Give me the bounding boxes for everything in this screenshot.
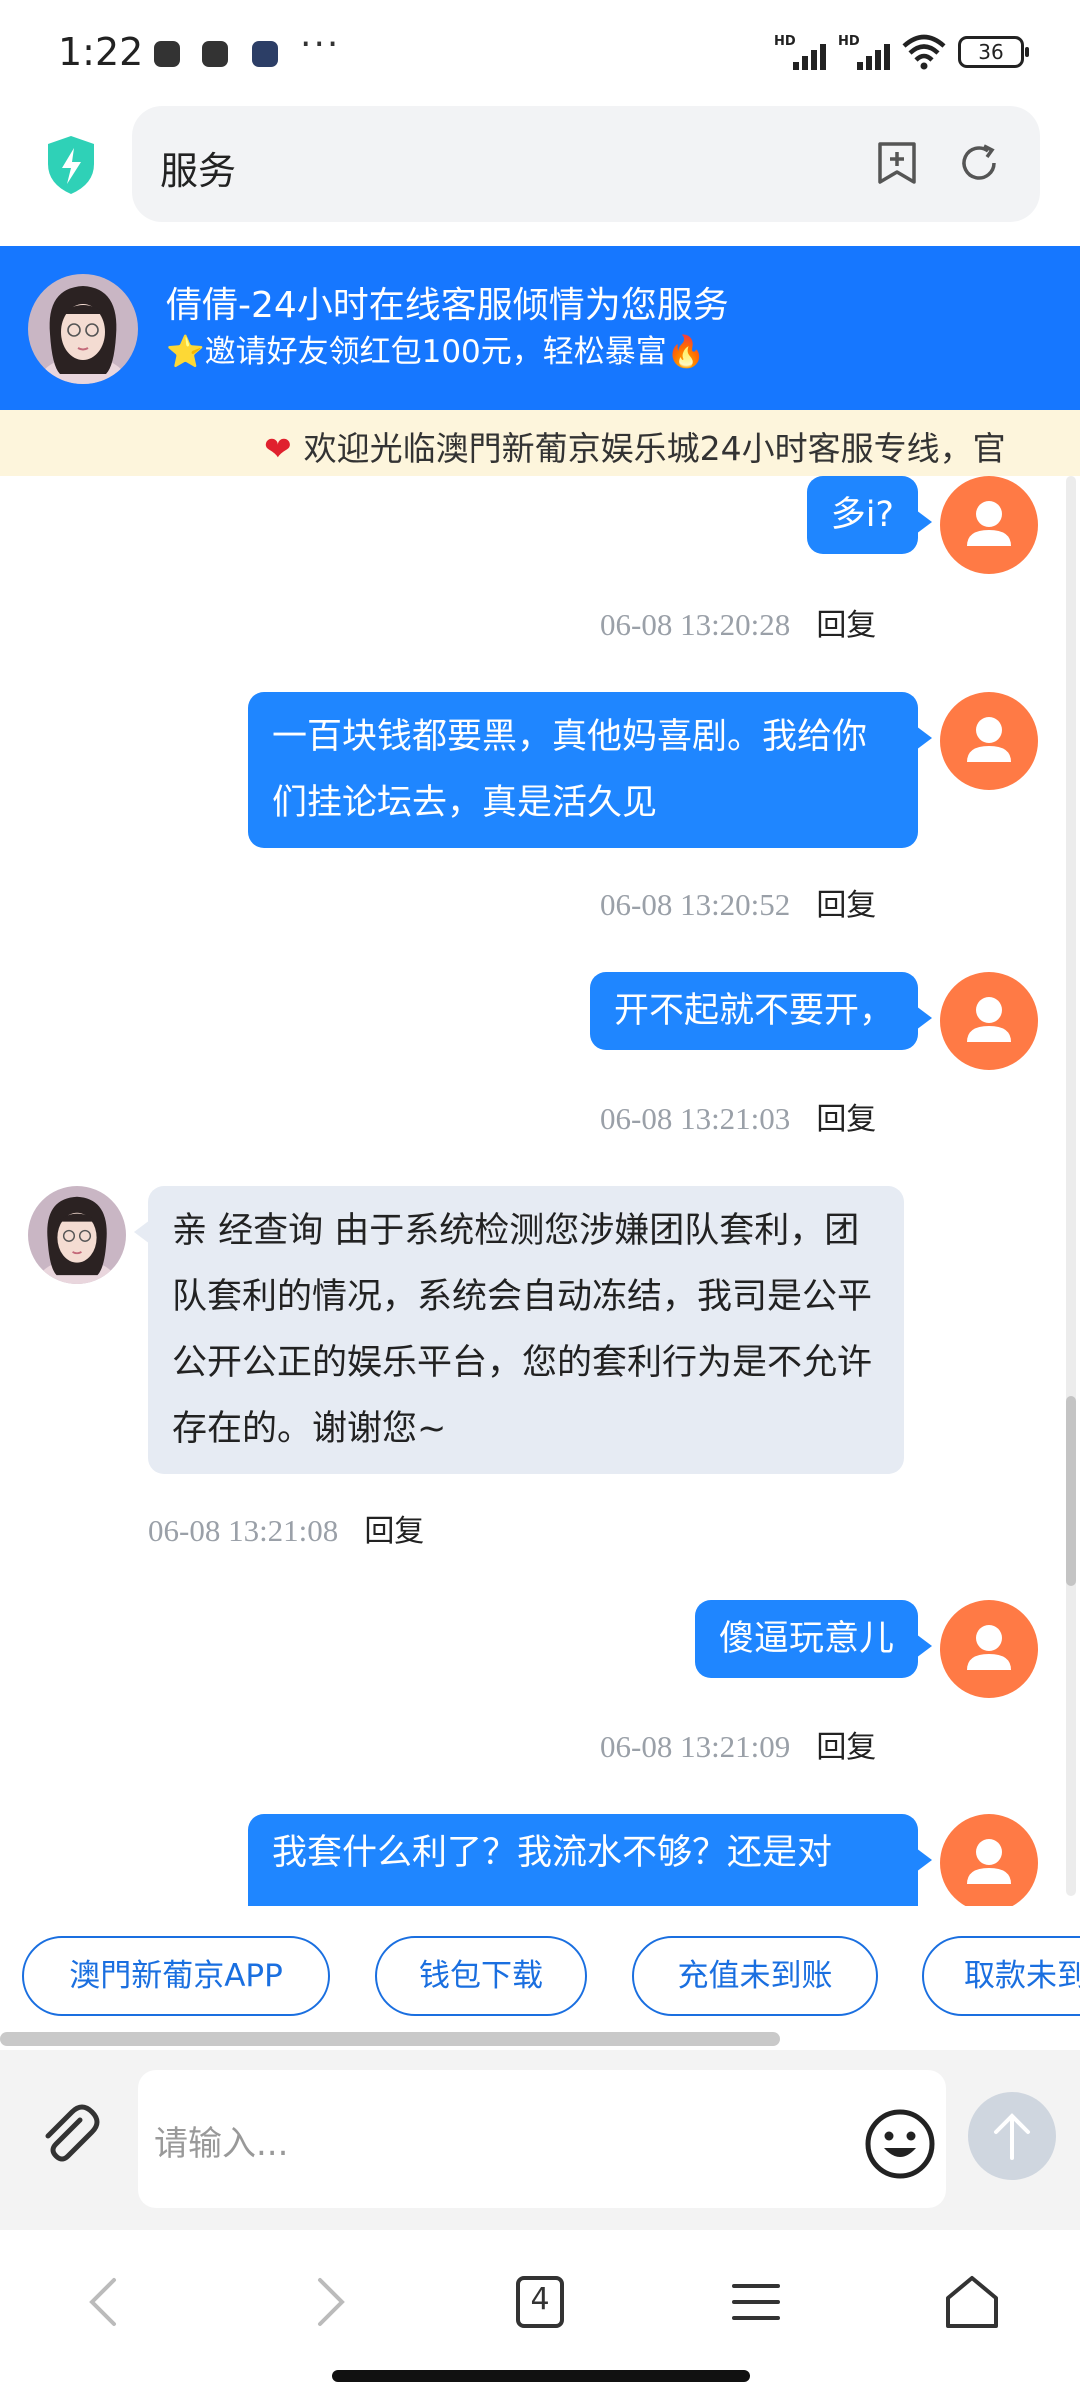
reply-link[interactable]: 回复: [816, 608, 876, 643]
message-timestamp: 06-08 13:21:08: [148, 1513, 339, 1548]
menu-icon[interactable]: [724, 2270, 788, 2334]
input-placeholder: 请输入...: [154, 2124, 289, 2164]
battery-icon: 36: [958, 36, 1029, 68]
message-bubble-outgoing[interactable]: 多i?: [806, 476, 933, 554]
message-meta: 06-08 13:21:08 回复: [148, 1506, 424, 1550]
quick-reply-chip[interactable]: 取款未到: [922, 1936, 1080, 2016]
scrollbar-thumb[interactable]: [1066, 1396, 1076, 1586]
status-time: 1:22: [58, 30, 144, 74]
message-meta: 06-08 13:20:28 回复: [600, 600, 876, 644]
user-icon: [967, 717, 1011, 762]
refresh-icon[interactable]: [956, 140, 1002, 186]
scrollbar-track[interactable]: [1066, 476, 1076, 1896]
reply-link[interactable]: 回复: [816, 888, 876, 923]
message-meta: 06-08 13:20:52 回复: [600, 880, 876, 924]
user-avatar: [940, 476, 1038, 574]
shield-icon[interactable]: [44, 134, 98, 196]
message-timestamp: 06-08 13:20:28: [600, 607, 791, 642]
user-avatar: [940, 972, 1038, 1070]
chat-header: 倩倩-24小时在线客服倾情为您服务 ⭐邀请好友领红包100元，轻松暴富🔥: [0, 246, 1080, 410]
quick-reply-chip[interactable]: 充值未到账: [632, 1936, 878, 2016]
gesture-home-bar[interactable]: [332, 2370, 750, 2382]
message-input[interactable]: 请输入...: [138, 2070, 946, 2208]
user-icon: [967, 1839, 1011, 1884]
send-button[interactable]: [968, 2092, 1056, 2180]
back-icon[interactable]: [74, 2270, 138, 2334]
message-meta: 06-08 13:21:03 回复: [600, 1094, 876, 1138]
url-field[interactable]: 服务: [132, 106, 1040, 222]
notification-app-icon: [202, 41, 228, 67]
quick-reply-bar: 澳門新葡京APP 钱包下载 充值未到账 取款未到: [0, 1906, 1080, 2050]
chat-title: 倩倩-24小时在线客服倾情为您服务: [166, 285, 729, 326]
agent-avatar: [28, 274, 138, 384]
user-avatar: [940, 692, 1038, 790]
wifi-icon: [902, 34, 946, 70]
message-timestamp: 06-08 13:21:09: [600, 1729, 791, 1764]
notification-app-icon: [252, 41, 278, 67]
message-timestamp: 06-08 13:20:52: [600, 887, 791, 922]
message-bubble-incoming[interactable]: 亲 经查询 由于系统检测您涉嫌团队套利，团队套利的情况，系统会自动冻结，我司是公…: [134, 1186, 904, 1474]
message-bubble-outgoing[interactable]: 傻逼玩意儿: [694, 1600, 933, 1678]
cellular-signal-icon: HD: [838, 34, 890, 70]
message-bubble-outgoing[interactable]: 一百块钱都要黑，真他妈喜剧。我给你们挂论坛去，真是活久见: [248, 692, 932, 848]
cellular-signal-icon: HD: [774, 34, 826, 70]
announcement-marquee: ❤ 欢迎光临澳門新葡京娱乐城24小时客服专线，官: [0, 410, 1080, 476]
notification-app-icon: [154, 41, 180, 67]
home-icon[interactable]: [940, 2270, 1004, 2334]
user-avatar: [940, 1814, 1038, 1906]
add-bookmark-icon[interactable]: [874, 140, 920, 186]
message-bubble-outgoing[interactable]: 开不起就不要开，: [589, 972, 933, 1050]
attachment-icon[interactable]: [34, 2100, 104, 2170]
heart-icon: ❤: [264, 429, 292, 468]
forward-icon[interactable]: [296, 2270, 360, 2334]
browser-address-bar: 服务: [0, 106, 1080, 246]
status-bar: 1:22 ··· HD HD 36: [0, 0, 1080, 106]
url-text: 服务: [160, 149, 237, 193]
message-timestamp: 06-08 13:21:03: [600, 1101, 791, 1136]
user-icon: [967, 501, 1011, 546]
reply-link[interactable]: 回复: [364, 1514, 424, 1549]
tabs-count: 4: [530, 2282, 550, 2317]
more-notifications-icon: ···: [300, 24, 341, 65]
user-icon: [967, 1625, 1011, 1670]
browser-toolbar: 4: [0, 2230, 1080, 2400]
message-meta: 06-08 13:21:09 回复: [600, 1722, 876, 1766]
message-list[interactable]: 多i? 06-08 13:20:28 回复 一百块钱都要黑，真他妈喜剧。我给你们挂…: [0, 476, 1080, 1906]
quick-reply-chip[interactable]: 钱包下载: [375, 1936, 587, 2016]
user-icon: [967, 997, 1011, 1042]
arrow-up-icon: [994, 2113, 1030, 2160]
chat-subtitle: ⭐邀请好友领红包100元，轻松暴富🔥: [166, 334, 706, 370]
user-avatar: [940, 1600, 1038, 1698]
emoji-icon[interactable]: [864, 2108, 936, 2180]
horizontal-scrollbar[interactable]: [0, 2032, 780, 2046]
announcement-text: 欢迎光临澳門新葡京娱乐城24小时客服专线，官: [303, 429, 1006, 468]
message-input-bar: 请输入...: [0, 2050, 1080, 2230]
quick-reply-chip[interactable]: 澳門新葡京APP: [22, 1936, 330, 2016]
reply-link[interactable]: 回复: [816, 1102, 876, 1137]
agent-avatar: [28, 1186, 126, 1284]
reply-link[interactable]: 回复: [816, 1730, 876, 1765]
tabs-button[interactable]: 4: [508, 2270, 572, 2334]
message-bubble-outgoing[interactable]: 我套什么利了？我流水不够？还是对: [248, 1814, 932, 1906]
